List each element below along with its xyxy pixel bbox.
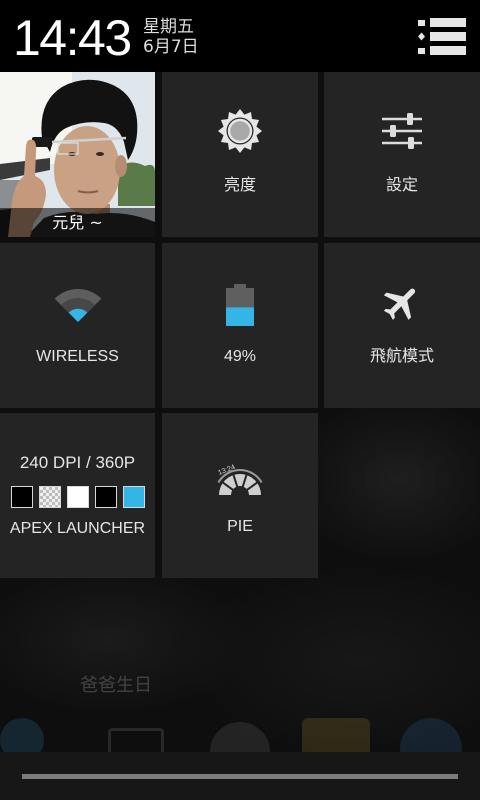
color-swatch	[38, 486, 61, 508]
pie-label: PIE	[227, 518, 253, 535]
list-icon-bar	[430, 18, 466, 27]
wifi-signal-fill	[68, 308, 87, 322]
list-icon-mark	[418, 20, 425, 26]
battery-fill	[226, 307, 254, 326]
pie-icon: 13:24	[217, 464, 263, 495]
notifications-toggle-button[interactable]	[410, 10, 474, 62]
battery-nub	[234, 284, 246, 288]
airplane-mode-tile[interactable]: 飛航模式	[324, 243, 480, 408]
list-icon-mark	[418, 48, 425, 54]
color-swatch	[122, 486, 145, 508]
apex-launcher-label: APEX LAUNCHER	[9, 520, 146, 537]
settings-sliders-icon	[382, 113, 422, 149]
handle-line	[22, 774, 458, 779]
airplane-icon	[383, 288, 416, 320]
clock-date-area[interactable]: 14:43 星期五 6月7日	[0, 0, 230, 72]
list-icon-bar	[430, 46, 466, 55]
settings-label: 設定	[385, 177, 418, 194]
brightness-icon	[218, 109, 262, 153]
list-icon	[418, 18, 466, 55]
photo-ear	[115, 155, 127, 177]
weekday: 星期五	[143, 17, 194, 37]
list-icon-mark	[418, 32, 425, 41]
brightness-label: 亮度	[223, 177, 256, 194]
brightness-icon-core	[227, 118, 253, 144]
wireless-label: WIRELESS	[36, 348, 119, 365]
quick-settings-screen: 爸爸生日 14:43 星期五 6月7日 元兒 ~ 亮度 設定 WIRELESS …	[0, 0, 480, 800]
battery-tile[interactable]: 49%	[162, 243, 318, 408]
wireless-tile[interactable]: WIRELESS	[0, 243, 155, 408]
airplane-shape	[383, 288, 416, 320]
clock-time: 14:43	[13, 10, 132, 66]
photo-eye	[96, 152, 104, 156]
panel-drag-handle[interactable]	[0, 752, 480, 800]
brightness-tile[interactable]: 亮度	[162, 72, 318, 237]
color-swatch	[10, 486, 33, 508]
user-profile-tile[interactable]: 元兒 ~	[0, 72, 155, 237]
airplane-mode-label: 飛航模式	[369, 348, 434, 365]
battery-icon	[226, 284, 254, 326]
user-name-label: 元兒 ~	[52, 213, 103, 232]
settings-tile[interactable]: 設定	[324, 72, 480, 237]
color-swatch-row	[0, 486, 155, 508]
user-name-strip: 元兒 ~	[0, 208, 155, 237]
resolution-text: 240 DPI / 360P	[19, 453, 136, 472]
date: 6月7日	[143, 37, 199, 57]
list-icon-bar	[430, 32, 466, 41]
color-swatch	[66, 486, 89, 508]
slider-knob	[390, 125, 396, 137]
quick-settings-header: 14:43 星期五 6月7日	[0, 0, 480, 72]
color-swatch	[94, 486, 117, 508]
apex-launcher-tile[interactable]: 240 DPI / 360P APEX LAUNCHER	[0, 413, 155, 578]
battery-label: 49%	[223, 348, 257, 365]
pie-tile[interactable]: 13:24 PIE	[162, 413, 318, 578]
wifi-icon	[54, 289, 101, 322]
slider-knob	[408, 137, 414, 149]
calendar-event-text: 爸爸生日	[80, 675, 152, 696]
slider-knob	[407, 113, 413, 125]
